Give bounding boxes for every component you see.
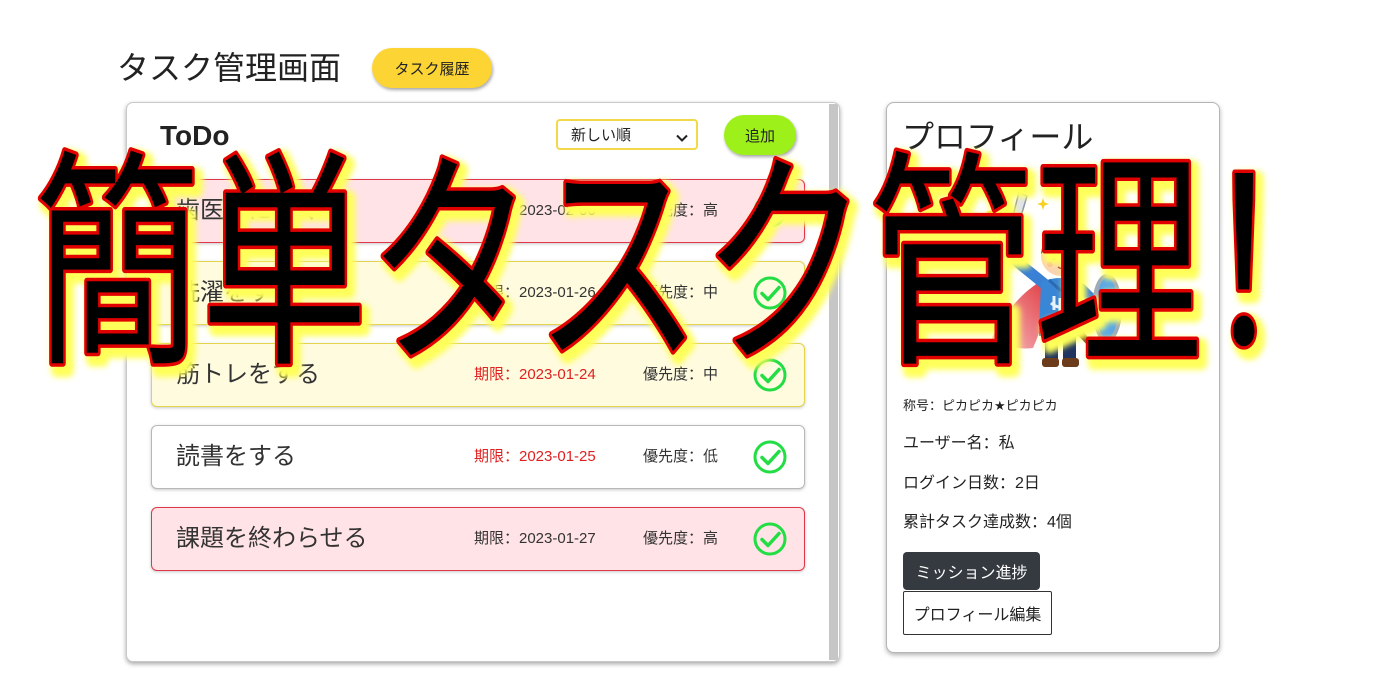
- task-deadline: 期限：2023-01-24: [474, 366, 596, 383]
- sort-order-select[interactable]: 新しい順: [556, 119, 698, 150]
- task-item[interactable]: 歯医者に行く 期限：2023-02-06 優先度：高: [151, 179, 805, 243]
- total-completed-tasks: 累計タスク達成数：4個: [903, 514, 1072, 531]
- todo-panel: ToDo 新しい順 追加 歯医者に行く 期限：2023-02-06 優先度：高 洗濯を…: [126, 102, 840, 662]
- todo-heading: ToDo: [160, 120, 230, 151]
- todo-scrollbar[interactable]: [829, 104, 838, 660]
- chevron-down-icon: [676, 130, 688, 142]
- task-deadline: 期限：2023-01-26: [474, 284, 596, 301]
- task-priority: 優先度：低: [643, 448, 719, 465]
- task-priority: 優先度：中: [643, 366, 719, 383]
- task-title: 洗濯をする: [176, 279, 296, 306]
- edit-profile-button[interactable]: プロフィール編集: [903, 591, 1052, 635]
- check-circle-icon[interactable]: [753, 358, 787, 392]
- task-item[interactable]: 洗濯をする 期限：2023-01-26 優先度：中: [151, 261, 805, 325]
- task-history-button[interactable]: タスク履歴: [372, 48, 492, 88]
- user-rank-title: 称号：ピカピカ★ピカピカ: [903, 398, 1058, 413]
- hero-avatar: [985, 190, 1125, 370]
- task-priority: 優先度：高: [643, 530, 719, 547]
- task-title: 筋トレをする: [176, 361, 320, 388]
- task-item[interactable]: 筋トレをする 期限：2023-01-24 優先度：中: [151, 343, 805, 407]
- profile-panel: プロフィール 称号：ピカピカ★ピカピカ ユーザー名：私 ログイン日数：2日 累計…: [886, 102, 1220, 653]
- task-title: 読書をする: [176, 443, 296, 470]
- task-deadline: 期限：2023-01-27: [474, 530, 596, 547]
- task-list: 歯医者に行く 期限：2023-02-06 優先度：高 洗濯をする 期限：2023-01-…: [151, 179, 805, 589]
- check-circle-icon[interactable]: [753, 276, 787, 310]
- page-title: タスク管理画面: [117, 50, 342, 86]
- task-priority: 優先度：中: [643, 284, 719, 301]
- task-deadline: 期限：2023-02-06: [474, 202, 596, 219]
- add-task-button[interactable]: 追加: [724, 115, 796, 155]
- task-deadline: 期限：2023-01-25: [474, 448, 596, 465]
- check-circle-icon[interactable]: [753, 522, 787, 556]
- profile-heading: プロフィール: [902, 119, 1094, 155]
- user-name: ユーザー名：私: [903, 435, 1015, 452]
- mission-progress-button[interactable]: ミッション進捗: [903, 552, 1040, 590]
- check-circle-icon[interactable]: [753, 194, 787, 228]
- task-item[interactable]: 課題を終わらせる 期限：2023-01-27 優先度：高: [151, 507, 805, 571]
- login-days: ログイン日数：2日: [903, 475, 1040, 492]
- task-title: 歯医者に行く: [176, 197, 320, 224]
- check-circle-icon[interactable]: [753, 440, 787, 474]
- task-item[interactable]: 読書をする 期限：2023-01-25 優先度：低: [151, 425, 805, 489]
- sort-order-value: 新しい順: [571, 127, 632, 144]
- task-title: 課題を終わらせる: [176, 525, 368, 552]
- task-priority: 優先度：高: [643, 202, 719, 219]
